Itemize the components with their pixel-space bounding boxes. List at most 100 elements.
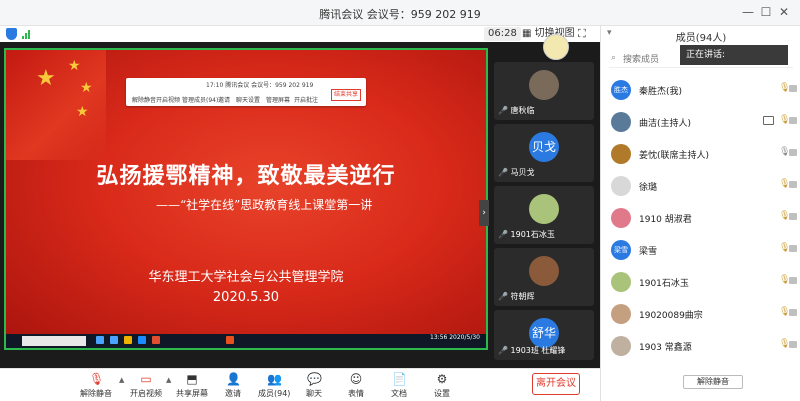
emoji-button[interactable]: ☺ 表情 [348,372,364,399]
video-thumbnail[interactable]: 贝戈 🎤 马贝戈 [494,124,594,182]
avatar: 梁雪 [611,240,631,260]
search-icon: ⌕ [611,53,617,63]
slide-school: 华东理工大学社会与公共管理学院 [148,270,344,285]
inner-tool: 解除静音 [132,97,157,104]
shared-taskbar: 13:56 2020/5/30 [6,334,486,348]
speaking-tooltip: 正在讲话: [680,45,788,65]
member-row[interactable]: 1910 胡淑君 🎙 [601,204,800,234]
start-video-button[interactable]: ▭ 开启视频 [130,372,162,399]
slide-title: 弘扬援鄂精神，致敬最美逆行 [96,163,396,189]
chevron-up-icon[interactable]: ▲ [119,376,124,384]
member-name: 曲洁(主持人) [639,119,692,129]
security-shield-icon[interactable] [6,28,17,40]
member-name: 19020089曲宗 [639,311,703,321]
unmute-all-button[interactable]: 解除静音 [683,375,743,389]
avatar [611,176,631,196]
share-screen-button[interactable]: ⬒ 共享屏幕 [176,372,208,399]
camera-off-icon[interactable] [789,245,797,252]
member-name: 1903 常鑫源 [639,343,692,353]
leave-meeting-button[interactable]: 离开会议 [532,373,580,395]
member-name: 1901石冰玉 [639,279,689,289]
avatar [611,112,631,132]
camera-off-icon[interactable] [789,309,797,316]
camera-off-icon[interactable] [789,341,797,348]
member-row[interactable]: 姜忱(联席主持人) 🎙 [601,140,800,170]
member-name: 秦胜杰(我) [639,87,683,97]
member-row[interactable]: 1903 常鑫源 🎙 [601,332,800,362]
taskbar-app-icon [226,336,234,344]
minimize-icon[interactable]: — [740,4,756,20]
panel-title: 成员(94人) [675,33,727,44]
slide-date: 2020.5.30 [212,290,280,305]
toolbar-label: 邀请 [225,389,241,398]
maximize-icon[interactable]: ☐ [758,4,774,20]
video-thumbnail[interactable]: 🎤 唐秋临 [494,62,594,120]
title-bar: 腾讯会议 会议号：959 202 919 — ☐ ✕ [0,0,800,26]
member-name: 1910 胡淑君 [639,215,692,225]
screen-share-icon [763,116,774,125]
inner-meeting-info: 17:10 腾讯会议 会议号：959 202 919 [206,82,314,89]
member-row[interactable]: 19020089曲宗 🎙 [601,300,800,330]
camera-off-icon[interactable] [789,117,797,124]
inner-stop-share: 结束共享 [331,89,361,101]
video-thumbnail[interactable]: 🎤 1901石冰玉 [494,186,594,244]
inner-tool: 管理屏幕 [266,97,291,104]
avatar: 胜杰 [611,80,631,100]
members-button[interactable]: 👥 成员(94) [258,372,290,399]
stage-top-bar: 06:28 ▦ 切换视图 ⛶ [0,26,600,42]
active-speaker-avatar [543,34,569,60]
camera-off-icon: ▭ [140,372,152,386]
star-icon: ★ [80,80,93,96]
meeting-toolbar: 🎙 解除静音 ▲ ▭ 开启视频 ▲ ⬒ 共享屏幕 👤 邀请 👥 成员(94) 💬… [0,368,600,401]
window-title: 腾讯会议 会议号：959 202 919 [319,8,481,21]
member-row[interactable]: 徐璐 🎙 [601,172,800,202]
member-row[interactable]: 1901石冰玉 🎙 [601,268,800,298]
panel-header: ▾ 成员(94人) [601,26,800,44]
thumbnail-name: 🎤 唐秋临 [498,106,535,115]
video-thumbnail[interactable]: 🎤 符朝辉 [494,248,594,306]
camera-off-icon[interactable] [789,213,797,220]
taskbar-app-icon [110,336,118,344]
taskbar-app-icon [124,336,132,344]
thumbnail-name: 🎤 马贝戈 [498,168,535,177]
chat-icon: 💬 [307,372,322,386]
share-screen-icon: ⬒ [186,372,198,386]
video-thumbnail[interactable]: 舒华 🎤 1903班 杜耀锋 [494,310,594,360]
toolbar-label: 开启视频 [130,389,162,398]
inner-tool: 管理成员(94) [182,97,219,104]
close-icon[interactable]: ✕ [776,4,792,20]
meeting-timer: 06:28 [484,27,521,41]
inner-tool: 开启视频 [156,97,181,104]
avatar [611,336,631,356]
camera-off-icon[interactable] [789,85,797,92]
document-button[interactable]: 📄 文档 [391,372,407,399]
avatar [529,70,559,100]
camera-off-icon[interactable] [789,181,797,188]
chat-button[interactable]: 💬 聊天 [306,372,322,399]
thumbnail-name: 🎤 1903班 杜耀锋 [498,346,566,355]
taskbar-app-icon [138,336,146,344]
member-row[interactable]: 梁雪 梁雪 🎙 [601,236,800,266]
member-row[interactable]: 曲洁(主持人) 🎙 [601,108,800,138]
toolbar-label: 解除静音 [80,389,112,398]
invite-button[interactable]: 👤 邀请 [225,372,241,399]
avatar: 舒华 [529,318,559,348]
avatar [611,304,631,324]
collapse-thumbnails-icon[interactable]: › [479,200,489,226]
slide-subtitle: ——“社学在线”思政教育线上课堂第一讲 [156,198,373,212]
flag-graphic [6,50,106,160]
camera-off-icon[interactable] [789,277,797,284]
fullscreen-icon[interactable]: ⛶ [578,27,586,41]
inner-tool: 邀请 [218,97,231,104]
settings-button[interactable]: ⚙ 设置 [434,372,450,399]
camera-off-icon[interactable] [789,149,797,156]
network-signal-icon[interactable] [22,29,32,39]
member-row[interactable]: 胜杰 秦胜杰(我) 🎙 [601,76,800,106]
star-icon: ★ [76,104,89,120]
chevron-up-icon[interactable]: ▲ [166,376,171,384]
shared-screen: ★ ★ ★ ★ 17:10 腾讯会议 会议号：959 202 919 解除静音 … [4,48,488,350]
toolbar-label: 成员(94) [258,389,291,398]
inner-tool: 聊天设置 [236,97,261,104]
member-name: 徐璐 [639,183,658,193]
unmute-button[interactable]: 🎙 解除静音 [80,372,112,399]
